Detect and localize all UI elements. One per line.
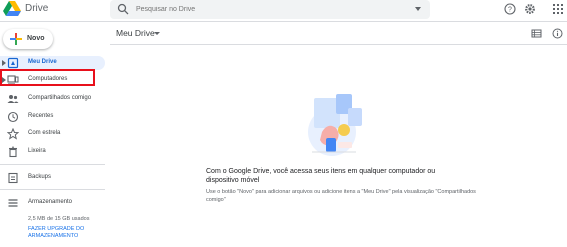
star-icon: [7, 128, 19, 140]
info-icon[interactable]: [552, 28, 563, 39]
storage-usage-text: 2,5 MB de 15 GB usados: [28, 216, 90, 222]
apps-grid-icon[interactable]: [552, 3, 564, 15]
upgrade-storage-link[interactable]: FAZER UPGRADE DO ARMAZENAMENTO: [28, 226, 98, 240]
header-divider: [0, 21, 567, 22]
search-icon[interactable]: [117, 3, 129, 15]
shared-people-icon: [7, 95, 19, 103]
top-bar: Drive ?: [0, 0, 567, 19]
sidebar-item-label: Lixeira: [28, 148, 46, 154]
sidebar-item-compartilhados[interactable]: Compartilhados comigo: [0, 92, 105, 106]
sidebar-item-label: Armazenamento: [28, 199, 73, 205]
new-button-label: Novo: [27, 35, 45, 42]
app-title: Drive: [25, 3, 49, 14]
sidebar-item-backups[interactable]: Backups: [0, 171, 105, 185]
sidebar-item-label: Meu Drive: [28, 59, 57, 65]
empty-state-title: Com o Google Drive, você acessa seus ite…: [206, 168, 436, 184]
chevron-down-icon[interactable]: [154, 32, 160, 35]
list-view-icon[interactable]: [531, 28, 542, 39]
sidebar-item-label: Backups: [28, 174, 52, 180]
svg-text:?: ?: [508, 7, 512, 14]
sidebar-item-recentes[interactable]: Recentes: [0, 110, 105, 124]
search-bar[interactable]: [110, 0, 430, 19]
sidebar-item-label: Com estrela: [28, 130, 61, 136]
sidebar-item-label: Compartilhados comigo: [28, 95, 92, 101]
page-title[interactable]: Meu Drive: [116, 28, 155, 38]
sidebar-item-meu-drive[interactable]: Meu Drive: [0, 56, 105, 70]
storage-icon: [8, 199, 18, 207]
search-options-chevron-icon[interactable]: [415, 7, 421, 11]
backup-icon: [8, 172, 18, 184]
sidebar-divider: [0, 164, 105, 165]
sidebar-divider: [0, 189, 105, 190]
sidebar-item-com-estrela[interactable]: Com estrela: [0, 127, 105, 141]
trash-icon: [9, 146, 17, 158]
sidebar-item-lixeira[interactable]: Lixeira: [0, 145, 105, 159]
search-input[interactable]: [136, 3, 406, 15]
help-icon[interactable]: ?: [504, 3, 516, 15]
empty-state-illustration: [308, 94, 362, 156]
sidebar-item-label: Recentes: [28, 113, 54, 119]
expand-arrow-icon[interactable]: [2, 60, 6, 66]
empty-state-description: Use o botão "Novo" para adicionar arquiv…: [206, 189, 476, 203]
plus-icon: [10, 33, 22, 45]
settings-icon[interactable]: [524, 3, 536, 15]
highlight-annotation-box: [0, 69, 95, 86]
clock-icon: [7, 111, 19, 123]
sidebar-item-armazenamento[interactable]: Armazenamento: [0, 196, 105, 210]
drive-icon: [7, 57, 19, 69]
new-button[interactable]: Novo: [3, 29, 53, 49]
drive-logo-icon[interactable]: [3, 1, 21, 17]
main-header-divider: [110, 44, 567, 45]
